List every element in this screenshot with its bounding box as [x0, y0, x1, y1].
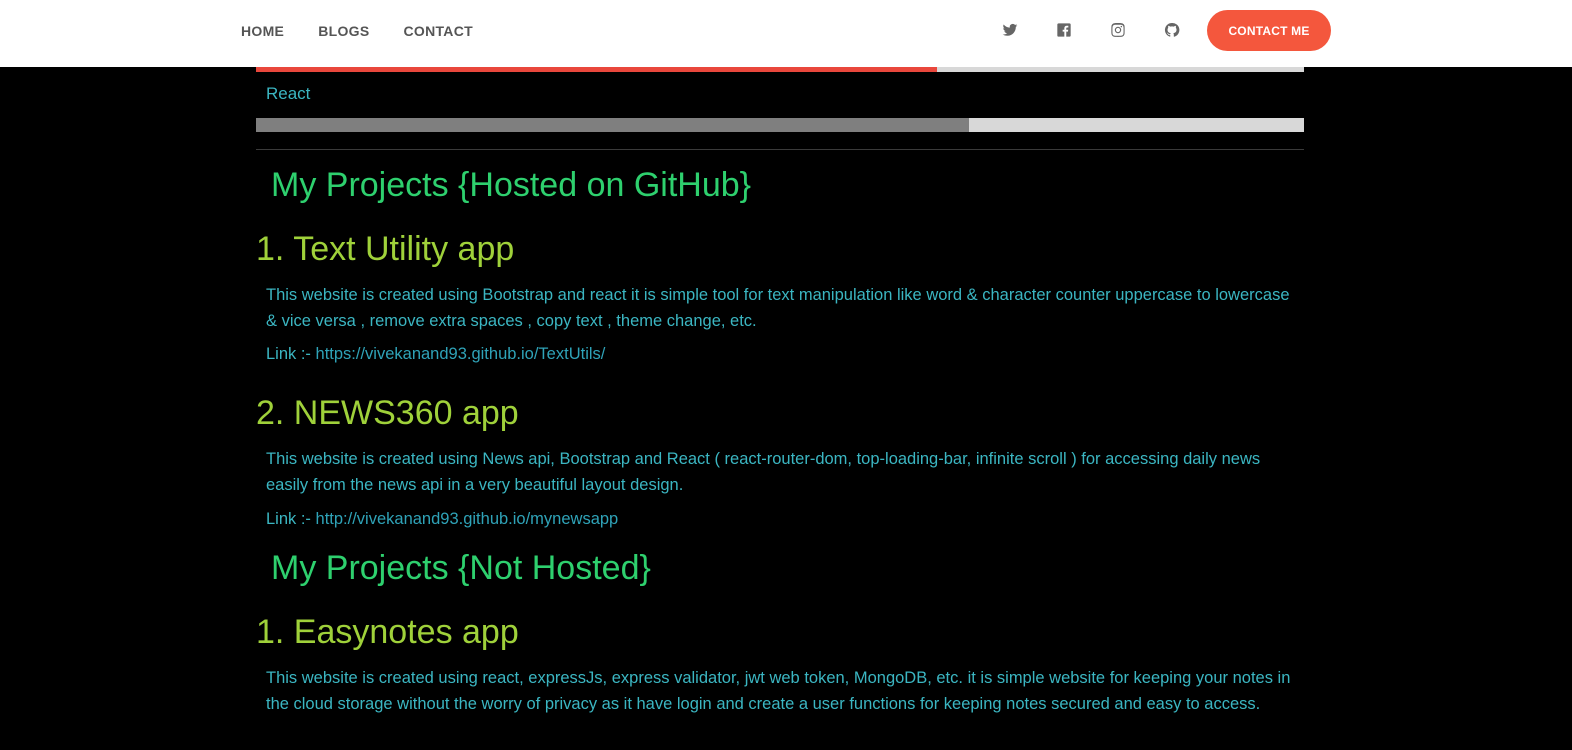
project-link[interactable]: https://vivekanand93.github.io/TextUtils…: [316, 345, 606, 363]
link-prefix: Link :-: [266, 345, 311, 363]
nav-links: HOME BLOGS CONTACT: [241, 0, 507, 62]
project-description: This website is created using react, exp…: [266, 669, 1291, 713]
divider: [256, 149, 1304, 150]
link-prefix: Link :-: [266, 510, 311, 528]
github-icon[interactable]: [1162, 20, 1182, 40]
not-hosted-projects-heading: My Projects {Not Hosted}: [271, 549, 651, 587]
project-title: 1. Text Utility app: [256, 230, 515, 268]
skill-progress-bar-top: [256, 67, 1304, 72]
contact-me-button[interactable]: CONTACT ME: [1207, 10, 1331, 51]
project-description: This website is created using Bootstrap …: [266, 286, 1290, 330]
nav-contact[interactable]: CONTACT: [403, 23, 473, 39]
project-description: This website is created using News api, …: [266, 450, 1261, 494]
project-title: 2. NEWS360 app: [256, 394, 519, 432]
instagram-icon[interactable]: [1108, 20, 1128, 40]
twitter-icon[interactable]: [1000, 20, 1020, 40]
skill-progress-bar-react: [256, 118, 1304, 132]
skill-progress-fill-react: [256, 118, 969, 132]
nav-blogs[interactable]: BLOGS: [318, 23, 369, 39]
project-link-row: Link :- https://vivekanand93.github.io/T…: [266, 345, 605, 364]
project-link[interactable]: http://vivekanand93.github.io/mynewsapp: [316, 510, 619, 528]
nav-home[interactable]: HOME: [241, 23, 284, 39]
top-navbar: HOME BLOGS CONTACT CONTACT ME: [0, 0, 1572, 67]
project-title: 1. Easynotes app: [256, 613, 519, 651]
skill-progress-fill-top: [256, 67, 938, 72]
hosted-projects-heading: My Projects {Hosted on GitHub}: [271, 166, 752, 204]
skill-label-react: React: [266, 84, 311, 103]
facebook-icon[interactable]: [1054, 20, 1074, 40]
project-link-row: Link :- http://vivekanand93.github.io/my…: [266, 510, 618, 529]
